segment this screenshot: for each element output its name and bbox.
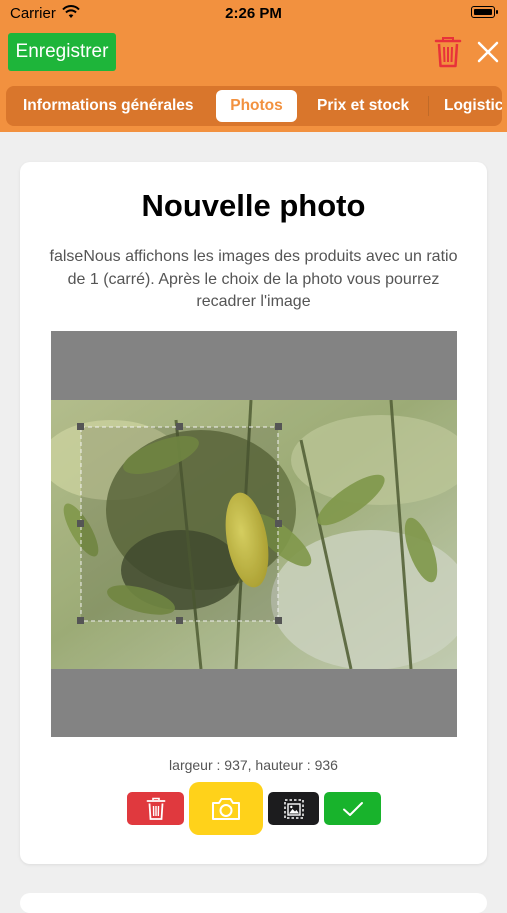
tab-separator (428, 96, 429, 116)
tab-photos[interactable]: Photos (216, 90, 297, 122)
confirm-button[interactable] (324, 792, 381, 825)
tab-informations-generales[interactable]: Informations générales (23, 90, 194, 122)
save-button[interactable]: Enregistrer (8, 33, 116, 71)
tab-logistic[interactable]: Logistic (444, 90, 502, 122)
card-title: Nouvelle photo (20, 188, 487, 224)
image-crop-icon (283, 798, 305, 820)
camera-icon (210, 796, 242, 822)
checkmark-icon (342, 800, 364, 818)
status-time: 2:26 PM (0, 5, 507, 22)
app-header: Carrier 2:26 PM Enregistrer Informations… (0, 0, 507, 132)
close-icon[interactable] (476, 40, 500, 64)
photo-dimensions: largeur : 937, hauteur : 936 (20, 757, 487, 773)
battery-icon (471, 6, 495, 18)
trash-icon[interactable] (434, 36, 462, 68)
gallery-crop-button[interactable] (268, 792, 319, 825)
trash-icon (146, 797, 166, 821)
status-bar: Carrier 2:26 PM (0, 0, 507, 28)
crop-area[interactable] (51, 331, 457, 737)
camera-button[interactable] (189, 782, 263, 835)
tab-prix-et-stock[interactable]: Prix et stock (317, 90, 409, 122)
new-photo-card: Nouvelle photo falseNous affichons les i… (20, 162, 487, 864)
next-card (20, 893, 487, 913)
delete-photo-button[interactable] (127, 792, 184, 825)
card-description: falseNous affichons les images des produ… (42, 246, 465, 314)
product-photo (51, 400, 457, 669)
tab-bar: Informations générales Photos Prix et st… (6, 86, 502, 126)
